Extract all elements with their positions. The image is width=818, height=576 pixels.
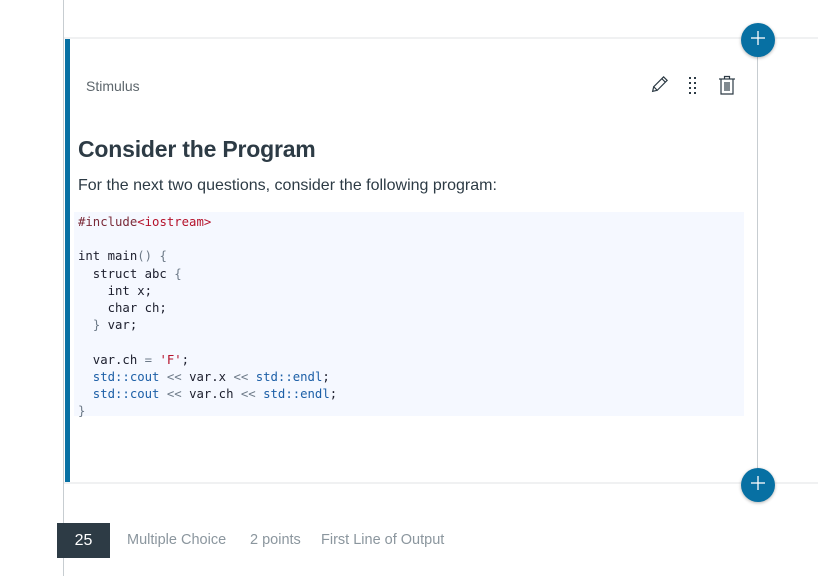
code-token: std::cout — [78, 386, 160, 401]
stimulus-title: Consider the Program — [78, 136, 316, 162]
code-token: struct abc — [78, 266, 175, 281]
code-token: #include — [78, 215, 138, 229]
code-token: } — [78, 404, 86, 419]
delete-button[interactable] — [717, 75, 737, 100]
code-token: <iostream> — [137, 215, 212, 229]
question-title: First Line of Output — [321, 532, 445, 548]
code-token: int x; — [78, 283, 153, 298]
code-token: ; — [181, 352, 190, 367]
card-toolbar — [649, 75, 737, 100]
code-token: () { — [137, 249, 167, 264]
plus-icon — [751, 475, 765, 495]
active-accent-bar — [65, 39, 70, 482]
code-token: << — [159, 369, 190, 384]
code-token: = — [144, 352, 153, 367]
code-token: { — [174, 266, 182, 281]
add-item-button-bottom[interactable] — [741, 468, 775, 502]
code-line: } var; — [78, 317, 744, 334]
left-rule — [63, 0, 64, 576]
code-line: std::cout << var.x << std::endl; — [78, 369, 744, 386]
code-token: ; — [322, 369, 330, 384]
code-line: int main() { — [78, 248, 744, 265]
trash-icon — [718, 75, 736, 100]
edit-button[interactable] — [649, 75, 669, 100]
code-token: std::endl — [263, 386, 330, 401]
question-type: Multiple Choice — [127, 532, 227, 548]
code-token: int main — [78, 249, 138, 264]
add-item-button-top[interactable] — [741, 23, 775, 57]
code-token: << — [226, 369, 256, 384]
pencil-icon — [649, 75, 669, 100]
code-token: ; — [329, 386, 338, 401]
question-number-badge: 25 — [57, 523, 110, 558]
code-token: std::endl — [255, 369, 323, 384]
code-block: #include<iostream> int main() { struct ab… — [74, 212, 744, 418]
code-token: char ch; — [78, 300, 167, 315]
separator-top — [64, 37, 818, 39]
drag-handle-icon — [687, 75, 699, 100]
code-line: } — [78, 403, 744, 420]
card-type-label: Stimulus — [86, 78, 140, 94]
code-token: std::cout — [78, 369, 160, 384]
code-line: char ch; — [78, 300, 744, 317]
code-token: << — [159, 386, 190, 401]
code-token: var; — [100, 318, 138, 333]
code-token: var.x — [189, 369, 227, 384]
code-token: var.ch — [78, 352, 145, 367]
separator-bottom — [64, 482, 818, 484]
code-token: 'F' — [159, 352, 182, 367]
code-line: var.ch = 'F'; — [78, 352, 744, 369]
question-points: 2 points — [250, 532, 301, 548]
code-token: << — [233, 386, 264, 401]
code-line: int x; — [78, 283, 744, 300]
stimulus-intro: For the next two questions, consider the… — [78, 177, 497, 194]
code-token: var.ch — [189, 386, 234, 401]
code-line: std::cout << var.ch << std::endl; — [78, 386, 744, 403]
code-line: struct abc { — [78, 266, 744, 283]
drag-handle[interactable] — [683, 75, 703, 100]
plus-icon — [751, 30, 765, 50]
insert-line — [757, 50, 758, 475]
code-line: #include<iostream> — [78, 214, 744, 231]
